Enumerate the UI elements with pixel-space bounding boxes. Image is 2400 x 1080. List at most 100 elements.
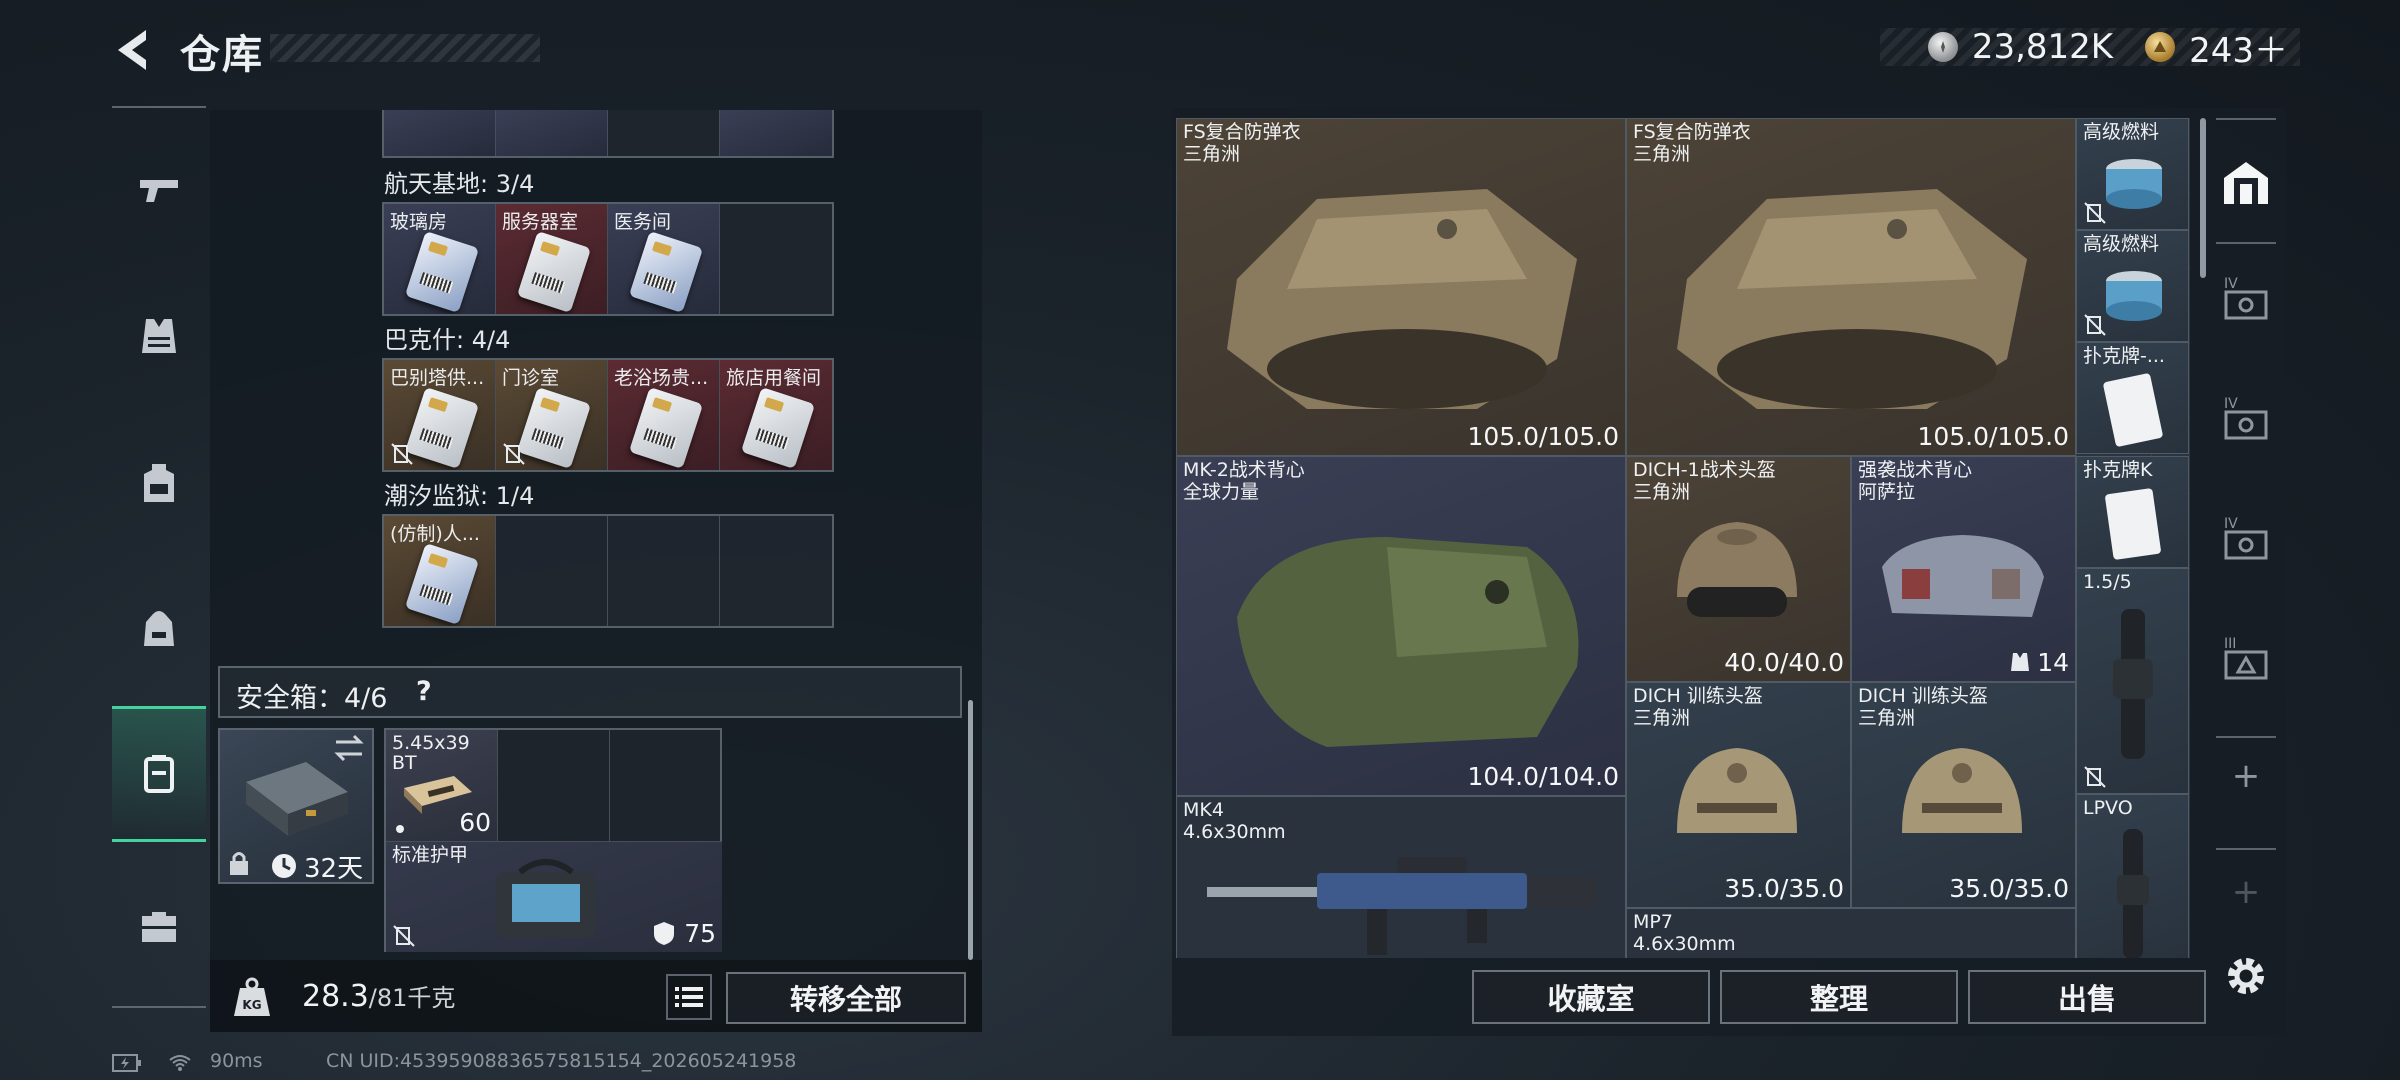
nav-item-vest[interactable]: [112, 271, 206, 401]
keycard-slot[interactable]: (仿制)人...: [384, 516, 496, 626]
assault-rig-image: [1882, 535, 2044, 617]
keycard-slot-empty[interactable]: [720, 516, 832, 626]
stash-item-smg[interactable]: MP7 4.6x30mm: [1626, 908, 2076, 958]
collection-room-button[interactable]: 收藏室: [1472, 970, 1710, 1024]
silver-coin-icon: [1927, 32, 1958, 62]
keycard-image: [740, 387, 816, 469]
stash-item-vest[interactable]: MK-2战术背心 全球力量 104.0/104.0: [1176, 456, 1626, 796]
keycard-slot[interactable]: 老浴场贵...: [608, 360, 720, 470]
item-capacity: 14: [2037, 648, 2069, 677]
stash-item-scope[interactable]: LPVO: [2076, 794, 2189, 958]
nav-item-toolbox[interactable]: [112, 862, 206, 992]
stash-item-helmet[interactable]: DICH 训练头盔 三角洲 35.0/35.0: [1626, 682, 1851, 908]
keycard-slot[interactable]: [608, 110, 720, 156]
item-durability: 104.0/104.0: [1467, 762, 1619, 791]
stash-item-fuel[interactable]: 高级燃料: [2076, 230, 2189, 342]
nav-item-safebox[interactable]: [112, 706, 206, 842]
nav-divider: [112, 106, 206, 108]
no-drop-icon: [2084, 766, 2106, 788]
keycard-slot-empty[interactable]: [720, 204, 832, 314]
keycard-slot[interactable]: [496, 110, 608, 156]
list-view-button[interactable]: [666, 974, 712, 1020]
vest-icon: [2011, 653, 2029, 671]
silver-currency-value: 23,812K: [1971, 27, 2114, 67]
transfer-all-button[interactable]: 转移全部: [726, 972, 966, 1024]
top-bar: 仓库 23,812K 243＋: [0, 0, 2400, 100]
keycard-image: [404, 543, 480, 625]
item-durability: 40.0/40.0: [1724, 648, 1844, 677]
keycard-slot-empty[interactable]: [608, 516, 720, 626]
keycard-image: [628, 387, 704, 469]
tab-stash-iii[interactable]: III: [2208, 608, 2284, 708]
stash-scrollbar[interactable]: [2200, 118, 2206, 278]
currency-display: 23,812K 243＋: [1880, 27, 2300, 71]
gear-icon[interactable]: [2220, 950, 2272, 1002]
back-button[interactable]: [110, 26, 160, 74]
keycard-slot[interactable]: [384, 110, 496, 156]
keycard-slot[interactable]: 旅店用餐间: [720, 360, 832, 470]
item-name: DICH 训练头盔: [1858, 685, 1988, 707]
svg-text:IV: IV: [2224, 516, 2238, 532]
keycard-slot[interactable]: 服务器室: [496, 204, 608, 314]
item-name: 强袭战术背心: [1858, 459, 1973, 481]
nav-item-weapon[interactable]: [112, 124, 206, 254]
battery-icon: [112, 1054, 141, 1072]
no-drop-icon: [2084, 202, 2106, 224]
armor-slot[interactable]: 标准护甲 75: [386, 842, 722, 952]
list-icon: [675, 987, 703, 1007]
tab-divider: [2216, 118, 2276, 120]
stash-item-card[interactable]: 扑克牌-...: [2076, 342, 2189, 454]
gold-coin-icon: [2145, 32, 2176, 62]
safebox-slot-empty[interactable]: [610, 730, 722, 842]
item-durability: 105.0/105.0: [1467, 422, 1619, 451]
weight-max: /81千克: [368, 984, 456, 1012]
safebox-card[interactable]: 32天: [218, 728, 374, 884]
stash-item-fuel[interactable]: 高级燃料: [2076, 118, 2189, 230]
left-panel-scrollbar[interactable]: [968, 700, 973, 960]
stash-item-helmet[interactable]: DICH 训练头盔 三角洲 35.0/35.0: [1851, 682, 2076, 908]
armor-durability: 75: [684, 919, 716, 948]
stash-item-armor[interactable]: FS复合防弹衣 三角洲 105.0/105.0: [1626, 118, 2076, 456]
keycard-slot-empty[interactable]: [496, 516, 608, 626]
gold-currency-value[interactable]: 243＋: [2189, 23, 2288, 72]
add-stash-tab-button-disabled[interactable]: +: [2208, 842, 2284, 942]
safebox-grid: 5.45x39 BT 60 标准护甲 75: [384, 728, 722, 952]
storage-home-icon: [2224, 162, 2268, 204]
keycard-slot[interactable]: [720, 110, 832, 156]
svg-text:KG: KG: [242, 998, 261, 1012]
swap-icon[interactable]: [332, 734, 366, 762]
stash-item-card[interactable]: 扑克牌K: [2076, 456, 2189, 568]
add-stash-tab-button[interactable]: +: [2208, 726, 2284, 826]
stash-item-rig[interactable]: 强袭战术背心 阿萨拉 14: [1851, 456, 2076, 682]
keycard-row: (仿制)人...: [382, 514, 834, 628]
item-name: LPVO: [2083, 797, 2133, 819]
item-durability: 105.0/105.0: [1917, 422, 2069, 451]
keycard-name: 医务间: [614, 211, 672, 233]
keycard-slot[interactable]: 医务间: [608, 204, 720, 314]
keycard-slot[interactable]: 巴别塔供...: [384, 360, 496, 470]
nav-item-bag[interactable]: [112, 564, 206, 694]
item-durability: 35.0/35.0: [1949, 874, 2069, 903]
stash-item-rifle[interactable]: MK4 4.6x30mm: [1176, 796, 1626, 958]
nav-item-backpack[interactable]: [112, 418, 206, 548]
keycard-slot[interactable]: 门诊室: [496, 360, 608, 470]
tab-stash-iv-3[interactable]: IV: [2208, 488, 2284, 588]
tab-stash-iv-2[interactable]: IV: [2208, 368, 2284, 468]
keycard-row: 玻璃房 服务器室 医务间: [382, 202, 834, 316]
sort-button[interactable]: 整理: [1720, 970, 1958, 1024]
stash-item-armor[interactable]: FS复合防弹衣 三角洲 105.0/105.0: [1176, 118, 1626, 456]
ammo-slot[interactable]: 5.45x39 BT 60: [386, 730, 498, 842]
keycard-row-partial: [382, 110, 834, 158]
stash-item-scope[interactable]: 1.5/5: [2076, 568, 2189, 794]
sell-button[interactable]: 出售: [1968, 970, 2206, 1024]
toolbox-icon: [142, 912, 176, 942]
item-faction: 三角洲: [1633, 481, 1691, 503]
safebox-slot-empty[interactable]: [498, 730, 610, 842]
stash-item-helmet[interactable]: DICH-1战术头盔 三角洲 40.0/40.0: [1626, 456, 1851, 682]
keycard-slot[interactable]: 玻璃房: [384, 204, 496, 314]
safebox-help-button[interactable]: ?: [416, 676, 432, 707]
keycard-image: [404, 387, 480, 469]
tab-storage-main[interactable]: [2208, 132, 2284, 232]
stash-grid[interactable]: FS复合防弹衣 三角洲 105.0/105.0 FS复合防弹衣 三角洲 105.…: [1176, 118, 2190, 958]
tab-stash-iv-1[interactable]: IV: [2208, 248, 2284, 348]
